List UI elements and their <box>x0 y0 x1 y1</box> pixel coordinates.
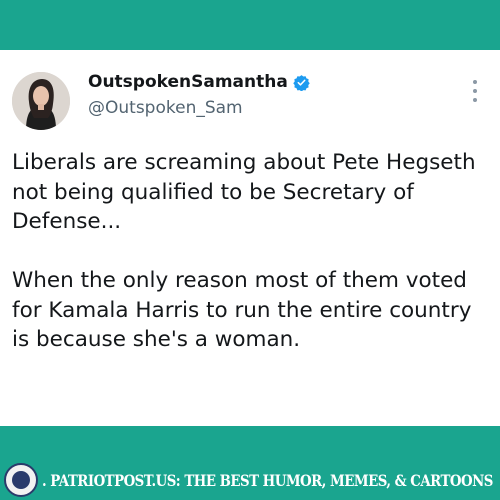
tweet-card: OutspokenSamantha @Outspoken_Sam Liberal… <box>0 50 500 426</box>
user-handle[interactable]: @Outspoken_Sam <box>88 98 243 118</box>
tweet-paragraph: Liberals are screaming about Pete Hegset… <box>12 150 476 234</box>
display-name-text: OutspokenSamantha <box>88 72 288 92</box>
more-dot <box>473 98 477 102</box>
verified-badge-icon <box>293 74 310 91</box>
patriot-post-seal-icon <box>4 463 38 497</box>
more-dot <box>473 80 477 84</box>
tweet-text: Liberals are screaming about Pete Hegset… <box>12 148 488 355</box>
more-options-icon[interactable] <box>472 80 478 102</box>
display-name[interactable]: OutspokenSamantha <box>88 72 310 92</box>
footer-text: . PATRIOTPOST.US: THE BEST HUMOR, MEMES,… <box>42 470 493 490</box>
more-dot <box>473 89 477 93</box>
avatar[interactable] <box>12 72 70 130</box>
watermark-footer: . PATRIOTPOST.US: THE BEST HUMOR, MEMES,… <box>0 460 500 500</box>
tweet-paragraph: When the only reason most of them voted … <box>12 268 472 352</box>
